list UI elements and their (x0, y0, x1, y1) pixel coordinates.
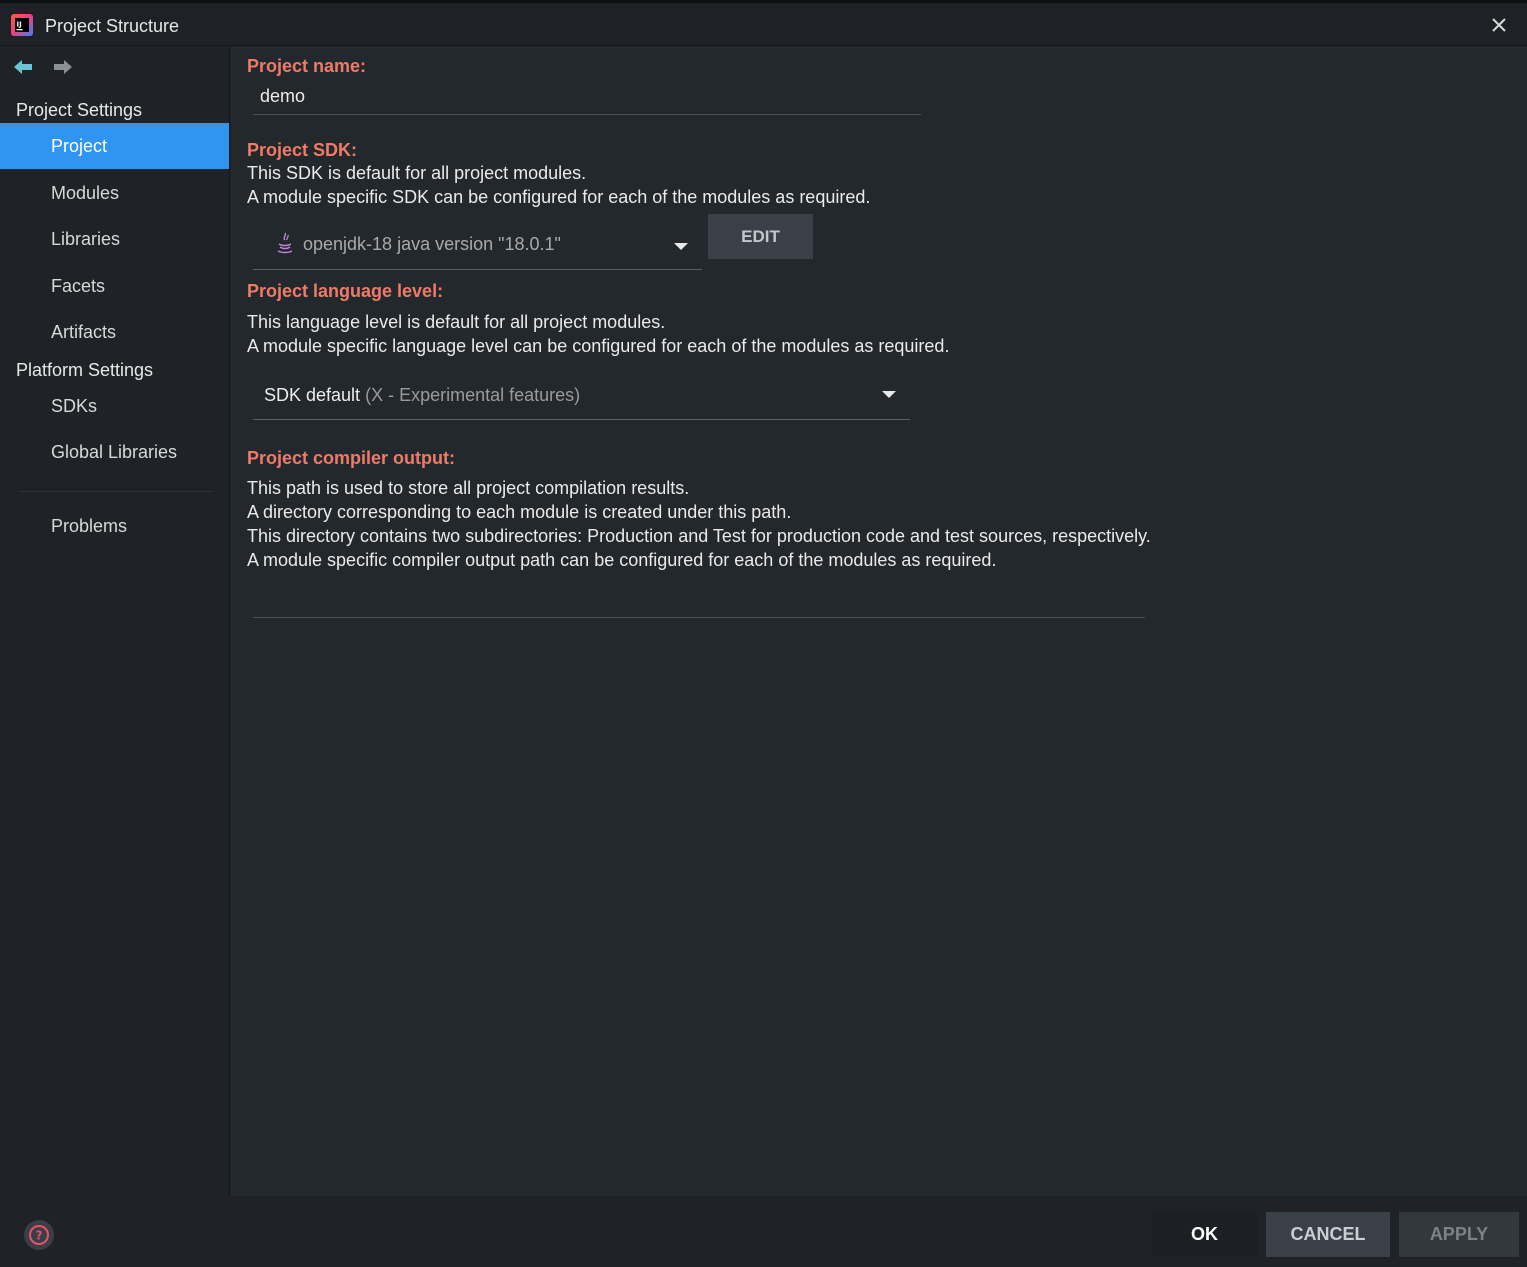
project-name-input[interactable]: demo (253, 83, 921, 115)
help-icon[interactable]: ? (23, 1219, 55, 1251)
compiler-output-label: Project compiler output: (247, 448, 456, 468)
edit-sdk-button[interactable]: EDIT (708, 214, 813, 259)
sidebar-item-modules[interactable]: Modules (0, 170, 229, 216)
close-icon[interactable] (1487, 13, 1511, 37)
sidebar-item-project[interactable]: Project (0, 123, 229, 169)
project-name-label: Project name: (247, 56, 367, 76)
sdk-description-2: A module specific SDK can be configured … (247, 187, 871, 207)
platform-settings-title: Platform Settings (16, 360, 154, 380)
project-settings-title: Project Settings (16, 100, 143, 120)
chevron-down-icon (882, 391, 896, 398)
language-level-label: Project language level: (247, 281, 444, 301)
compiler-output-input[interactable] (253, 582, 1145, 618)
sidebar-divider (18, 491, 214, 492)
language-description-2: A module specific language level can be … (247, 336, 950, 356)
language-level-dropdown[interactable]: SDK default (X - Experimental features) (253, 374, 910, 420)
sidebar-item-artifacts[interactable]: Artifacts (0, 309, 229, 355)
output-description-2: A directory corresponding to each module… (247, 502, 792, 522)
intellij-icon: IJ (11, 14, 33, 36)
sidebar-item-libraries[interactable]: Libraries (0, 216, 229, 262)
title-bar: IJ Project Structure (0, 0, 1527, 46)
sidebar: Project Settings Project Modules Librari… (0, 46, 230, 1196)
apply-button[interactable]: APPLY (1399, 1212, 1519, 1257)
project-sdk-label: Project SDK: (247, 140, 358, 160)
arrow-left-icon[interactable] (12, 58, 34, 76)
output-description-3: This directory contains two subdirectori… (247, 526, 1151, 546)
output-description-1: This path is used to store all project c… (247, 478, 690, 498)
sidebar-item-problems[interactable]: Problems (0, 503, 229, 549)
sdk-description-1: This SDK is default for all project modu… (247, 163, 587, 183)
sdk-dropdown[interactable]: openjdk-18 java version "18.0.1" (253, 222, 702, 270)
cancel-button[interactable]: CANCEL (1266, 1212, 1390, 1257)
sidebar-item-global-libraries[interactable]: Global Libraries (0, 429, 229, 475)
language-description-1: This language level is default for all p… (247, 312, 666, 332)
java-icon (277, 232, 293, 254)
language-level-value: SDK default (X - Experimental features) (264, 385, 581, 405)
sdk-selected-value: openjdk-18 java version "18.0.1" (303, 234, 561, 254)
output-description-4: A module specific compiler output path c… (247, 550, 997, 570)
project-settings-panel: Project name: demo Project SDK: This SDK… (231, 46, 1527, 1196)
svg-text:?: ? (36, 1229, 43, 1243)
sidebar-item-facets[interactable]: Facets (0, 263, 229, 309)
window-title: Project Structure (45, 16, 180, 36)
chevron-down-icon (674, 243, 688, 250)
ok-button[interactable]: OK (1152, 1212, 1257, 1257)
svg-text:IJ: IJ (17, 21, 22, 29)
sidebar-item-sdks[interactable]: SDKs (0, 383, 229, 429)
arrow-right-icon[interactable] (52, 58, 74, 76)
